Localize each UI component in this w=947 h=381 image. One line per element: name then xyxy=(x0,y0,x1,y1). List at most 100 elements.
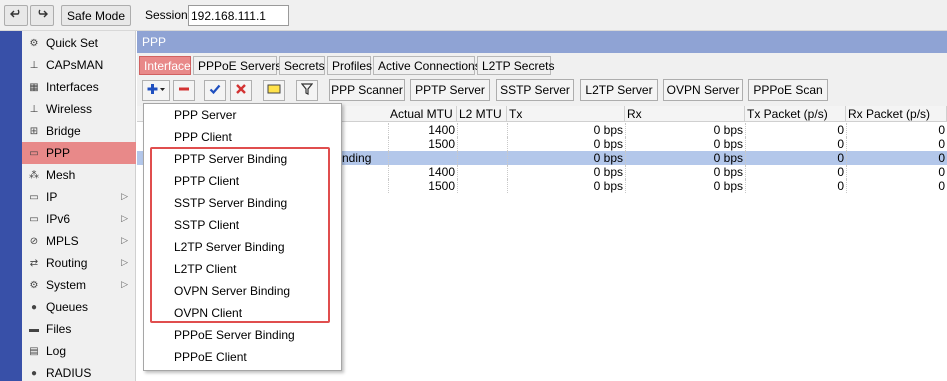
queues-icon: ● xyxy=(30,301,38,313)
cell-tx: 0 bps xyxy=(593,165,623,179)
routing-icon: ⇄ xyxy=(29,257,39,269)
interfaces-icon: ▦ xyxy=(29,81,39,93)
enable-button[interactable] xyxy=(204,80,226,101)
sidebar-item-radius[interactable]: ● RADIUS xyxy=(22,362,136,381)
column-divider xyxy=(846,151,847,165)
cell-rx-pps: 0 xyxy=(938,123,945,137)
main-toolbar: Safe Mode Session: 192.168.111.1 xyxy=(0,0,947,31)
sidebar-item-label: MPLS xyxy=(46,234,79,248)
l2tp-server-button[interactable]: L2TP Server xyxy=(580,79,658,101)
sidebar-item-quick-set[interactable]: ⚙ Quick Set xyxy=(22,32,136,54)
submenu-arrow-icon: ▷ xyxy=(121,235,128,245)
column-divider xyxy=(457,137,458,151)
sidebar-item-label: IP xyxy=(46,190,58,204)
redo-button[interactable] xyxy=(30,5,54,26)
sstp-server-button[interactable]: SSTP Server xyxy=(496,79,574,101)
sidebar-item-label: PPP xyxy=(46,146,71,160)
tab-pppoe-servers[interactable]: PPPoE Servers xyxy=(193,56,281,75)
menu-item-ppp-server[interactable]: PPP Server xyxy=(144,105,341,127)
menu-item-l2tp-server-binding[interactable]: L2TP Server Binding xyxy=(144,237,341,259)
sidebar-item-capsman[interactable]: ⊥ CAPsMAN xyxy=(22,54,136,76)
menu-item-l2tp-client[interactable]: L2TP Client xyxy=(144,259,341,281)
session-label: Session: xyxy=(145,8,192,22)
radius-icon: ● xyxy=(30,367,38,379)
sidebar-item-label: Files xyxy=(46,322,72,336)
column-tx[interactable]: Tx xyxy=(507,106,625,122)
sidebar-item-routing[interactable]: ⇄ Routing ▷ xyxy=(22,252,136,274)
sidebar-item-label: Bridge xyxy=(46,124,81,138)
column-rx-packet[interactable]: Rx Packet (p/s) xyxy=(846,106,947,122)
sidebar-item-label: RADIUS xyxy=(46,366,92,380)
ppp-scanner-button[interactable]: PPP Scanner xyxy=(329,79,405,101)
menu-item-ovpn-client[interactable]: OVPN Client xyxy=(144,303,341,325)
cell-rx: 0 bps xyxy=(713,137,743,151)
column-divider xyxy=(507,179,508,193)
session-field[interactable]: 192.168.111.1 xyxy=(188,5,289,26)
sidebar-item-mesh[interactable]: ⁂ Mesh xyxy=(22,164,136,186)
menu-item-pptp-client[interactable]: PPTP Client xyxy=(144,171,341,193)
tab-secrets[interactable]: Secrets xyxy=(279,56,325,75)
sidebar-item-label: Queues xyxy=(46,300,89,314)
wireless-icon: ⊥ xyxy=(29,103,39,115)
menu-item-ovpn-server-binding[interactable]: OVPN Server Binding xyxy=(144,281,341,303)
filter-button[interactable] xyxy=(296,80,318,101)
tab-profiles[interactable]: Profiles xyxy=(327,56,372,75)
cell-actual-mtu: 1400 xyxy=(428,123,455,137)
pptp-server-button[interactable]: PPTP Server xyxy=(410,79,490,101)
sidebar-item-mpls[interactable]: ⊘ MPLS ▷ xyxy=(22,230,136,252)
checkmark-icon xyxy=(209,83,221,98)
sidebar-item-ipv6[interactable]: ▭ IPv6 ▷ xyxy=(22,208,136,230)
menu-item-sstp-client[interactable]: SSTP Client xyxy=(144,215,341,237)
cell-tx-pps: 0 xyxy=(837,123,844,137)
add-button[interactable] xyxy=(142,80,170,101)
ovpn-server-button[interactable]: OVPN Server xyxy=(663,79,743,101)
tab-bar: Interface PPPoE Servers Secrets Profiles… xyxy=(137,53,947,75)
quick-set-icon: ⚙ xyxy=(29,37,39,49)
sidebar-item-label: Routing xyxy=(46,256,88,270)
column-divider xyxy=(745,137,746,151)
sidebar-item-label: System xyxy=(46,278,87,292)
sidebar-item-label: CAPsMAN xyxy=(46,58,104,72)
undo-icon xyxy=(10,8,22,23)
cell-l2-mtu xyxy=(457,179,505,193)
comment-button[interactable] xyxy=(263,80,285,101)
sidebar-item-wireless[interactable]: ⊥ Wireless xyxy=(22,98,136,120)
safe-mode-button[interactable]: Safe Mode xyxy=(61,5,131,26)
disable-button[interactable] xyxy=(230,80,252,101)
column-tx-packet[interactable]: Tx Packet (p/s) xyxy=(745,106,846,122)
menu-item-pppoe-client[interactable]: PPPoE Client xyxy=(144,347,341,369)
column-rx[interactable]: Rx xyxy=(625,106,745,122)
column-l2-mtu[interactable]: L2 MTU xyxy=(457,106,507,122)
sidebar-item-interfaces[interactable]: ▦ Interfaces xyxy=(22,76,136,98)
menu-item-pptp-server-binding[interactable]: PPTP Server Binding xyxy=(144,149,341,171)
menu-item-ppp-client[interactable]: PPP Client xyxy=(144,127,341,149)
sidebar-item-files[interactable]: ▬ Files xyxy=(22,318,136,340)
remove-button[interactable] xyxy=(173,80,195,101)
column-divider xyxy=(846,123,847,137)
sidebar-item-queues[interactable]: ● Queues xyxy=(22,296,136,318)
sidebar-item-ip[interactable]: ▭ IP ▷ xyxy=(22,186,136,208)
column-divider xyxy=(457,123,458,137)
window-toolbar: PPP Scanner PPTP Server SSTP Server L2TP… xyxy=(137,77,947,103)
tab-interface[interactable]: Interface xyxy=(139,56,191,75)
cell-name xyxy=(342,179,388,193)
sidebar-item-ppp[interactable]: ▭ PPP xyxy=(22,142,136,164)
column-divider xyxy=(388,179,389,193)
files-icon: ▬ xyxy=(29,323,39,335)
menu-item-sstp-server-binding[interactable]: SSTP Server Binding xyxy=(144,193,341,215)
menu-item-pppoe-server-binding[interactable]: PPPoE Server Binding xyxy=(144,325,341,347)
filter-icon xyxy=(300,83,314,98)
pppoe-scan-button[interactable]: PPPoE Scan xyxy=(748,79,828,101)
sidebar-item-bridge[interactable]: ⊞ Bridge xyxy=(22,120,136,142)
tab-l2tp-secrets[interactable]: L2TP Secrets xyxy=(477,56,554,75)
undo-button[interactable] xyxy=(4,5,28,26)
sidebar-item-system[interactable]: ⚙ System ▷ xyxy=(22,274,136,296)
column-divider xyxy=(507,137,508,151)
bridge-icon: ⊞ xyxy=(29,125,39,137)
sidebar-item-log[interactable]: ▤ Log xyxy=(22,340,136,362)
capsman-icon: ⊥ xyxy=(29,59,39,71)
system-icon: ⚙ xyxy=(29,279,39,291)
tab-active-connections[interactable]: Active Connections xyxy=(373,56,481,75)
cell-name: nding xyxy=(342,151,372,165)
column-actual-mtu[interactable]: Actual MTU xyxy=(388,106,457,122)
